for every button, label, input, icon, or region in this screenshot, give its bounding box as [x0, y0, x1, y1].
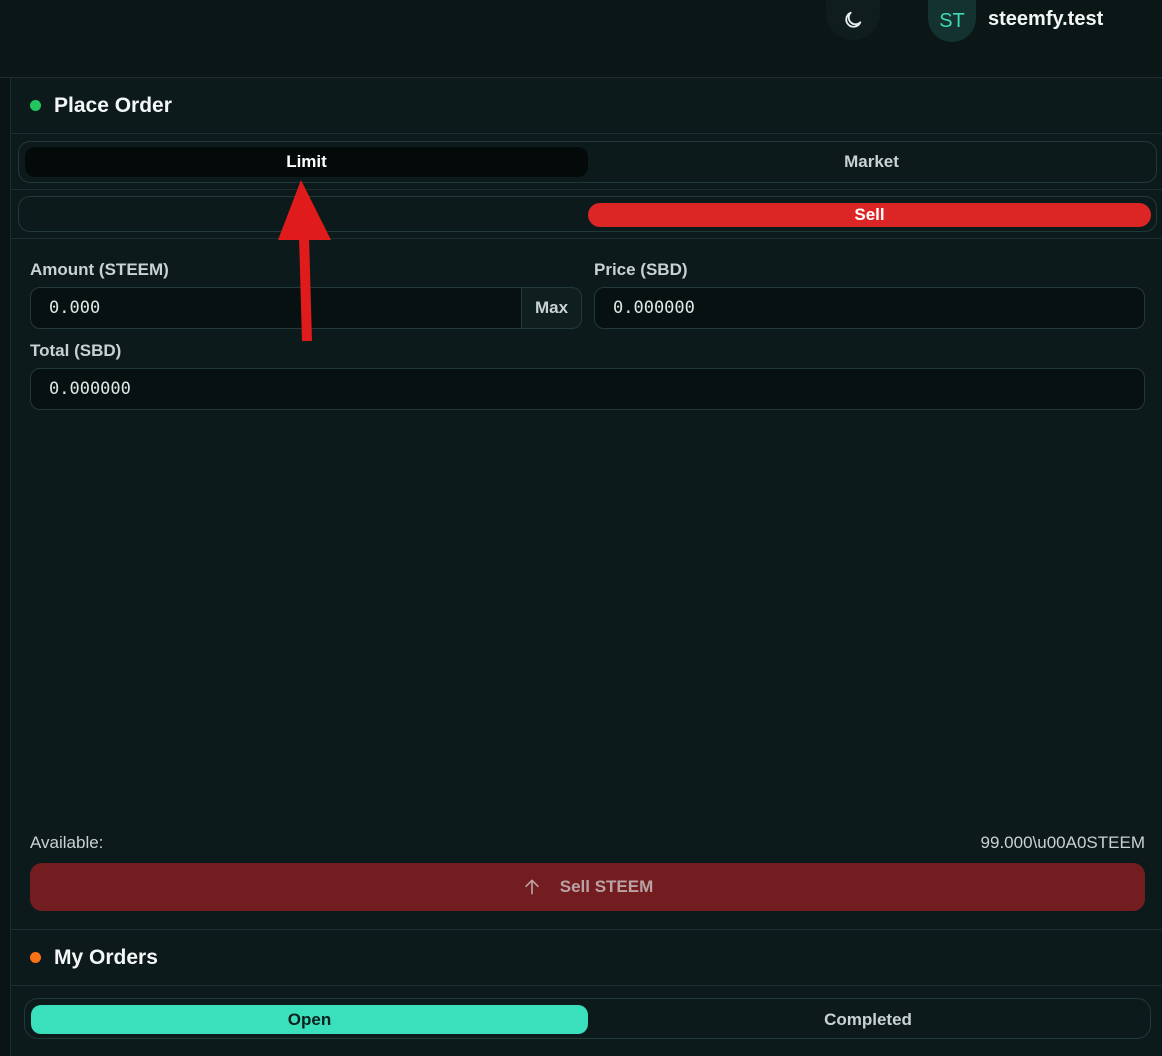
order-panel: Place Order Limit Market y Sell Amount (… [11, 78, 1162, 1056]
status-dot [30, 952, 41, 963]
available-value: 99.000\u00A0STEEM [980, 833, 1145, 852]
username[interactable]: steemfy.test [988, 8, 1103, 31]
tab-market[interactable]: Market [590, 147, 1153, 177]
available-label: Available: [30, 833, 104, 852]
theme-toggle-button[interactable] [826, 0, 880, 40]
tab-sell[interactable]: Sell [588, 203, 1151, 227]
place-order-title: Place Order [54, 93, 172, 117]
avatar[interactable]: ST [928, 0, 976, 42]
my-orders-title: My Orders [54, 945, 158, 969]
divider [11, 189, 1162, 190]
place-order-header: Place Order [11, 78, 1162, 134]
status-dot [30, 100, 41, 111]
sell-steem-button[interactable]: Sell STEEM [30, 863, 1145, 911]
max-button[interactable]: Max [522, 287, 582, 329]
order-type-switch: Limit Market [18, 141, 1157, 183]
arrow-up-icon [525, 879, 539, 895]
tab-open[interactable]: Open [31, 1005, 588, 1034]
my-orders-header: My Orders [11, 930, 1162, 986]
divider [11, 238, 1162, 239]
left-panel-edge [0, 78, 11, 1056]
orders-tab-switch: Open Completed [24, 998, 1151, 1039]
price-input[interactable]: 0.000000 [594, 287, 1145, 329]
sell-steem-label: Sell STEEM [559, 877, 654, 896]
amount-label: Amount (STEEM) [30, 260, 169, 279]
side-switch: y Sell [18, 196, 1157, 232]
amount-input[interactable]: 0.000 [30, 287, 522, 329]
tab-limit[interactable]: Limit [25, 147, 588, 177]
top-bar: ST steemfy.test [0, 0, 1162, 78]
total-input[interactable]: 0.000000 [30, 368, 1145, 410]
total-label: Total (SBD) [30, 341, 122, 360]
tab-buy[interactable]: y [25, 201, 588, 227]
tab-completed[interactable]: Completed [590, 1005, 1146, 1034]
moon-icon [845, 11, 862, 28]
price-label: Price (SBD) [594, 260, 688, 279]
